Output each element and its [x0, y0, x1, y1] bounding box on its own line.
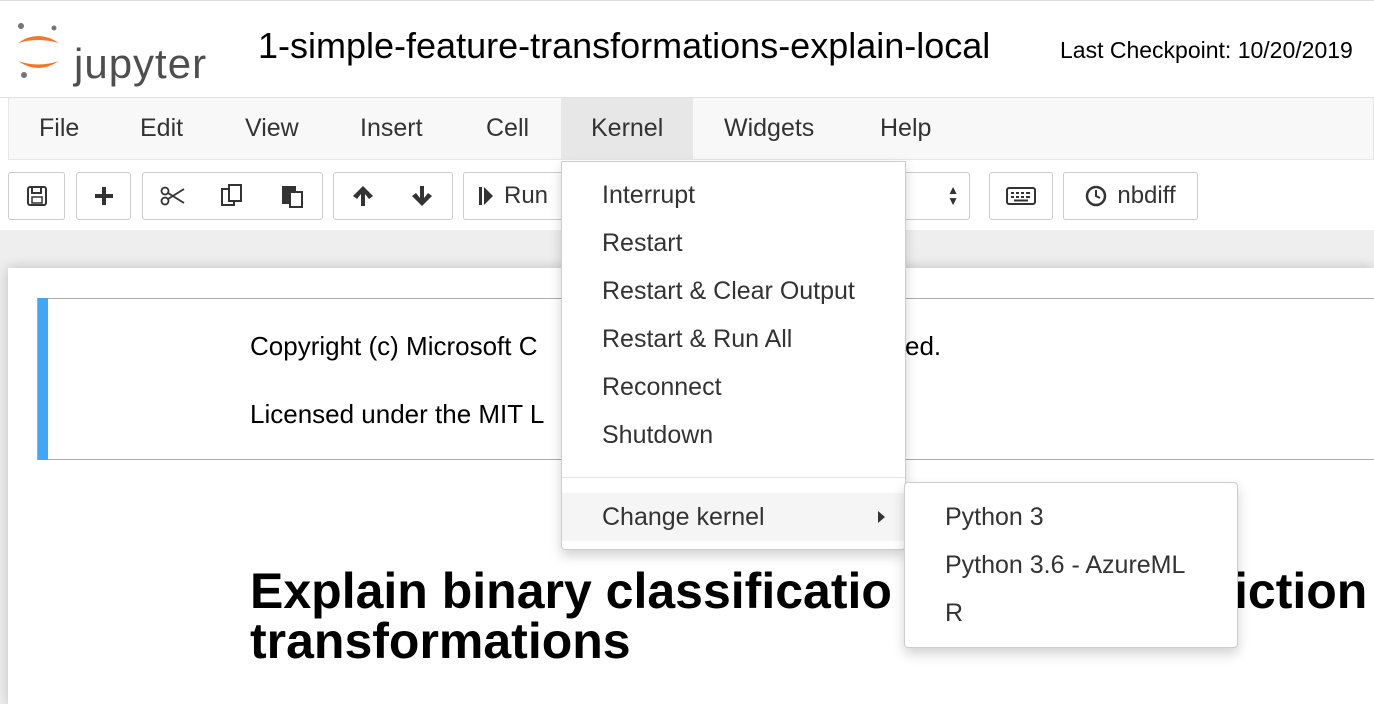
menu-kernel[interactable]: Kernel [561, 98, 693, 159]
menu-widgets[interactable]: Widgets [694, 98, 844, 159]
change-kernel-label: Change kernel [602, 503, 765, 531]
move-down-button[interactable] [392, 172, 453, 220]
menu-edit[interactable]: Edit [110, 98, 213, 159]
menu-divider [562, 477, 905, 478]
copy-icon [221, 184, 242, 206]
change-kernel-submenu: Python 3 Python 3.6 - AzureML R [904, 482, 1238, 648]
kernel-option-python3[interactable]: Python 3 [905, 493, 1237, 541]
arrow-down-icon [412, 186, 432, 206]
notebook-heading: Explain binary classificatio iction tran… [250, 563, 1367, 669]
caret-right-icon [878, 511, 885, 523]
menu-item-restart[interactable]: Restart [562, 219, 905, 267]
kernel-option-r[interactable]: R [905, 589, 1237, 637]
copyright-text-tail: ed. [905, 331, 942, 361]
move-up-button[interactable] [333, 172, 393, 220]
command-palette-button[interactable] [989, 172, 1053, 220]
run-label: Run [504, 182, 549, 209]
logo-text: jupyter [74, 40, 208, 87]
menu-cell[interactable]: Cell [456, 98, 559, 159]
notebook-header: jupyter 1-simple-feature-transformations… [0, 0, 1374, 98]
keyboard-icon [1006, 187, 1036, 205]
cell-selection-indicator [38, 298, 48, 460]
heading-line1-right: iction [1234, 563, 1368, 619]
clock-icon [1086, 185, 1107, 207]
jupyter-logo[interactable]: jupyter [14, 21, 229, 85]
heading-line2: transformations [250, 613, 631, 669]
menubar-container: File Edit View Insert Cell Kernel Widget… [0, 98, 1374, 162]
notebook-title[interactable]: 1-simple-feature-transformations-explain… [258, 28, 990, 64]
run-button[interactable]: Run [463, 172, 573, 220]
menu-item-change-kernel[interactable]: Change kernel [562, 493, 905, 541]
kernel-option-python36-azureml[interactable]: Python 3.6 - AzureML [905, 541, 1237, 589]
menu-file[interactable]: File [9, 98, 109, 159]
copyright-text: Copyright (c) Microsoft C [250, 331, 538, 361]
step-forward-icon [479, 187, 493, 205]
menu-item-interrupt[interactable]: Interrupt [562, 171, 905, 219]
checkpoint-status: Last Checkpoint: 10/20/2019 [1060, 37, 1353, 63]
menu-insert[interactable]: Insert [330, 98, 453, 159]
cut-button[interactable] [142, 172, 203, 220]
menu-item-reconnect[interactable]: Reconnect [562, 363, 905, 411]
kernel-dropdown-menu: Interrupt Restart Restart & Clear Output… [561, 161, 906, 550]
menu-item-restart-run-all[interactable]: Restart & Run All [562, 315, 905, 363]
menu-help[interactable]: Help [850, 98, 961, 159]
license-text: Licensed under the MIT L [250, 399, 545, 429]
scissors-icon [160, 186, 184, 206]
jupyter-logo-icon [18, 23, 59, 78]
save-icon [26, 186, 47, 206]
nbdiff-button[interactable]: nbdiff [1063, 172, 1198, 220]
menubar: File Edit View Insert Cell Kernel Widget… [8, 98, 1374, 160]
menu-item-restart-clear-output[interactable]: Restart & Clear Output [562, 267, 905, 315]
menu-item-shutdown[interactable]: Shutdown [562, 411, 905, 459]
arrow-up-icon [353, 186, 373, 206]
paste-button[interactable] [262, 172, 323, 220]
copy-button[interactable] [202, 172, 263, 220]
plus-icon [94, 187, 113, 205]
select-arrows-icon: ▲ ▼ [947, 183, 959, 208]
nbdiff-label: nbdiff [1117, 182, 1176, 209]
paste-icon [282, 186, 303, 208]
insert-cell-button[interactable] [76, 172, 131, 220]
heading-line1-left: Explain binary classificatio [250, 563, 892, 619]
menu-view[interactable]: View [215, 98, 329, 159]
save-button[interactable] [8, 172, 65, 220]
